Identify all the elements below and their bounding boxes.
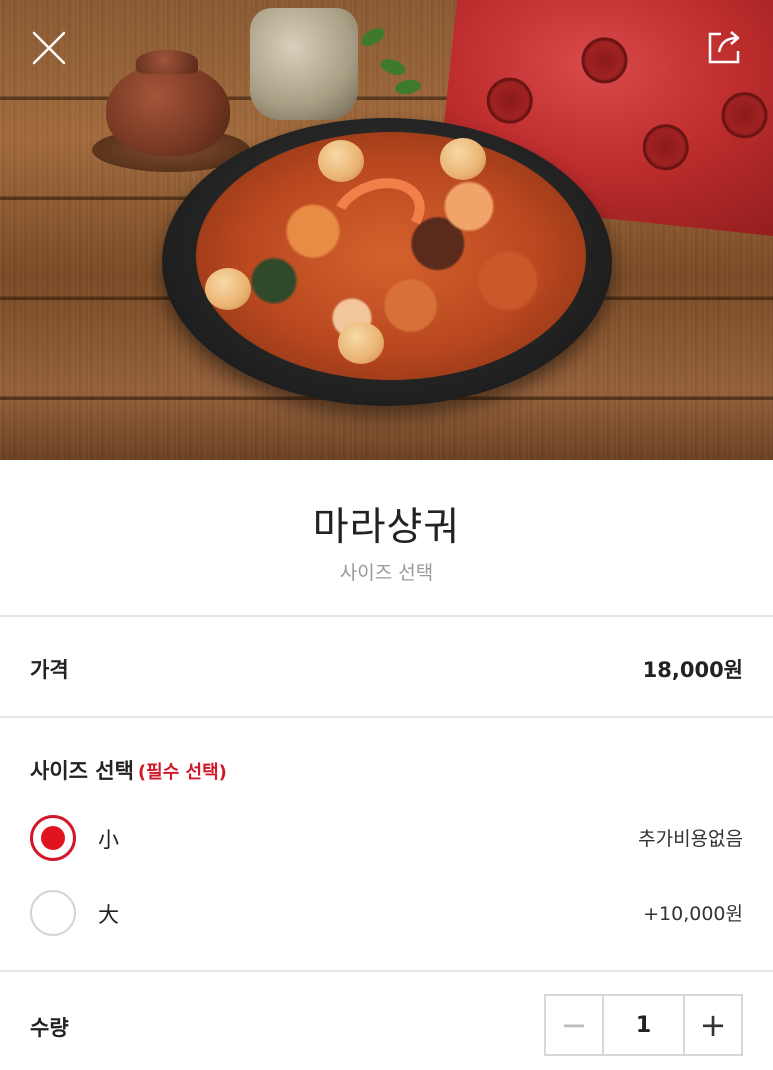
close-button[interactable] xyxy=(27,26,71,70)
option-price: +10,000원 xyxy=(643,903,743,925)
size-section-title: 사이즈 선택 (필수 선택) xyxy=(30,755,227,785)
option-price: 추가비용없음 xyxy=(638,828,743,850)
decrease-quantity-button[interactable]: − xyxy=(546,996,604,1054)
size-section-label: 사이즈 선택 xyxy=(30,759,134,783)
share-button[interactable] xyxy=(703,24,747,68)
share-icon xyxy=(708,31,740,64)
option-label: 大 xyxy=(98,903,119,927)
mala-xiangguo-food xyxy=(196,132,586,380)
tea-cup xyxy=(250,8,358,120)
menu-header: 마라샹궈 사이즈 선택 xyxy=(0,460,773,615)
divider xyxy=(0,716,773,718)
divider xyxy=(0,970,773,972)
size-option-large[interactable]: 大 +10,000원 xyxy=(0,882,773,942)
quantity-stepper[interactable]: − 1 + xyxy=(544,994,743,1056)
increase-quantity-button[interactable]: + xyxy=(683,996,741,1054)
menu-title: 마라샹궈 xyxy=(312,505,461,550)
radio-button[interactable] xyxy=(30,890,76,936)
divider xyxy=(0,615,773,617)
close-icon xyxy=(32,31,66,65)
required-badge: (필수 선택) xyxy=(137,762,227,783)
size-option-small[interactable]: 小 추가비용없음 xyxy=(0,807,773,867)
quantity-value: 1 xyxy=(635,1012,652,1038)
radio-button-selected[interactable] xyxy=(30,815,76,861)
menu-subtitle: 사이즈 선택 xyxy=(339,562,434,584)
quantity-label: 수량 xyxy=(30,1016,69,1040)
teapot xyxy=(92,42,250,172)
hero-image xyxy=(0,0,773,460)
price-value: 18,000원 xyxy=(642,658,743,682)
price-label: 가격 xyxy=(30,658,69,682)
option-label: 小 xyxy=(98,828,119,852)
